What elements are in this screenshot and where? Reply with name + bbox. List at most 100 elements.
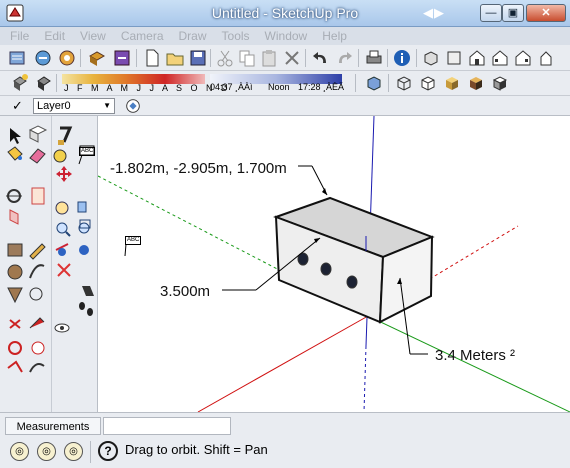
eraser-tool-icon[interactable]: [29, 148, 46, 164]
cut-icon[interactable]: [215, 48, 235, 68]
pencil-icon[interactable]: [29, 243, 46, 260]
user-icon[interactable]: ◎: [64, 442, 83, 461]
circle-tool-icon[interactable]: [7, 264, 23, 280]
menu-help[interactable]: Help: [322, 27, 347, 45]
freehand-icon[interactable]: [29, 287, 43, 301]
menu-draw[interactable]: Draw: [179, 27, 207, 45]
right-view-icon[interactable]: [490, 48, 510, 68]
text-marker-leader: [124, 243, 127, 257]
model-info-icon[interactable]: [392, 48, 412, 68]
hole-3[interactable]: [346, 275, 358, 289]
toolbar-separator: [56, 74, 57, 92]
iso-view-icon[interactable]: [421, 48, 441, 68]
shaded-style-icon[interactable]: [442, 73, 462, 93]
footprints-icon[interactable]: [79, 302, 93, 316]
getting-started-icon[interactable]: [8, 48, 28, 68]
walk-icon[interactable]: [9, 209, 19, 225]
sandbox-icon[interactable]: [7, 360, 23, 373]
pan-tool-icon[interactable]: [31, 187, 45, 205]
toolbar-separator: [305, 49, 306, 67]
section-plane-icon[interactable]: [82, 286, 94, 296]
components-icon[interactable]: [87, 48, 107, 68]
3d-text-icon[interactable]: [31, 341, 45, 355]
open-folder-icon[interactable]: [165, 48, 185, 68]
zoom-window-icon[interactable]: [78, 219, 91, 234]
back-view-icon[interactable]: [513, 48, 533, 68]
tape-measure-icon[interactable]: [53, 149, 67, 163]
arc-tool-icon[interactable]: [29, 264, 45, 279]
close-button[interactable]: ✕: [526, 4, 566, 22]
make-component-icon[interactable]: [28, 125, 48, 143]
get-models-icon[interactable]: [57, 48, 77, 68]
extension-icon[interactable]: [112, 48, 132, 68]
coordinate-label[interactable]: -1.802m, -2.905m, 1.700m: [110, 160, 287, 177]
menu-tools[interactable]: Tools: [222, 27, 250, 45]
hidden-line-style-icon[interactable]: [418, 73, 438, 93]
redo-icon[interactable]: [334, 48, 354, 68]
share-model-icon[interactable]: [33, 48, 53, 68]
monochrome-style-icon[interactable]: [490, 73, 510, 93]
look-around-icon[interactable]: [54, 323, 70, 333]
scale-tool-icon[interactable]: [57, 263, 71, 277]
chevron-down-icon: ▼: [103, 101, 111, 110]
top-view-icon[interactable]: [444, 48, 464, 68]
toolbar-separator: [210, 49, 211, 67]
menu-edit[interactable]: Edit: [44, 27, 65, 45]
undo-icon[interactable]: [311, 48, 331, 68]
new-file-icon[interactable]: [142, 48, 162, 68]
follow-me-icon[interactable]: [55, 243, 69, 256]
line-tool-icon[interactable]: [58, 126, 73, 145]
offset-icon[interactable]: [79, 245, 89, 255]
shaded-textures-style-icon[interactable]: [466, 73, 486, 93]
minimize-button[interactable]: —: [480, 4, 502, 22]
display-shadows-icon[interactable]: [34, 73, 54, 93]
menu-view[interactable]: View: [80, 27, 106, 45]
zoom-icon[interactable]: [56, 222, 71, 237]
erase-icon[interactable]: [282, 48, 302, 68]
layer-dropdown[interactable]: Layer0 ▼: [33, 98, 115, 114]
measurements-input[interactable]: [103, 417, 231, 435]
smoove-icon[interactable]: [29, 363, 45, 373]
rotate-tool-icon[interactable]: [55, 201, 69, 215]
front-view-icon[interactable]: [467, 48, 487, 68]
move-tool-icon[interactable]: [56, 166, 72, 182]
polygon-tool-icon[interactable]: [7, 287, 23, 304]
geo-location-icon[interactable]: ◎: [10, 442, 29, 461]
print-icon[interactable]: [364, 48, 384, 68]
dimension-tool-icon[interactable]: [29, 317, 45, 329]
shadow-time-start: 04:37 ¸ÀÀì: [210, 82, 253, 92]
wireframe-style-icon[interactable]: [394, 73, 414, 93]
drawing-viewport[interactable]: -1.802m, -2.905m, 1.700m 3.500m 3.4 Mete…: [98, 116, 570, 412]
toolbar-separator: [136, 49, 137, 67]
menu-camera[interactable]: Camera: [121, 27, 164, 45]
text-tool-marker[interactable]: ABC: [125, 236, 142, 245]
push-pull-icon[interactable]: [77, 201, 87, 213]
select-tool-icon[interactable]: [10, 128, 21, 144]
paint-bucket-icon[interactable]: [7, 146, 23, 161]
layer-visible-check-icon[interactable]: ✓: [12, 98, 23, 114]
copy-icon[interactable]: [237, 48, 257, 68]
menu-window[interactable]: Window: [265, 27, 308, 45]
rectangle-tool-icon[interactable]: [7, 243, 23, 257]
restore-button[interactable]: ▣: [502, 4, 524, 22]
save-icon[interactable]: [188, 48, 208, 68]
paste-icon[interactable]: [259, 48, 279, 68]
menu-file[interactable]: File: [10, 27, 29, 45]
length-dimension-label[interactable]: 3.500m: [160, 283, 210, 300]
nav-arrows-icon[interactable]: ◀▶: [423, 5, 445, 21]
protractor-icon[interactable]: [8, 341, 22, 355]
shadow-settings-icon[interactable]: [10, 73, 30, 93]
measurements-label: Measurements: [5, 417, 101, 435]
axes-tool-icon[interactable]: [9, 319, 21, 329]
xray-style-icon[interactable]: [364, 73, 384, 93]
left-view-icon[interactable]: [536, 48, 556, 68]
menu-bar: File Edit View Camera Draw Tools Window …: [0, 27, 570, 45]
credits-icon[interactable]: ◎: [37, 442, 56, 461]
layer-manager-icon[interactable]: [124, 97, 142, 115]
area-label[interactable]: 3.4 Meters ²: [435, 347, 515, 364]
help-icon[interactable]: ?: [98, 441, 118, 461]
orbit-icon[interactable]: [6, 189, 22, 203]
layer-dropdown-value: Layer0: [37, 100, 71, 112]
status-message: Drag to orbit. Shift = Pan: [125, 442, 268, 457]
hole-2[interactable]: [320, 262, 332, 276]
